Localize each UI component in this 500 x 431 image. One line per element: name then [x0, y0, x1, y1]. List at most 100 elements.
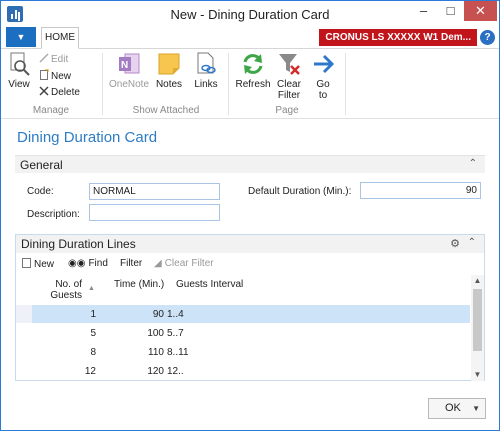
view-button[interactable]: View: [5, 51, 33, 90]
table-row[interactable]: 1 90 1..4: [16, 305, 470, 323]
time-cell[interactable]: 120: [120, 366, 164, 377]
lines-header[interactable]: Dining Duration Lines ⚙ ⌃: [16, 235, 484, 253]
maximize-button[interactable]: □: [437, 1, 464, 21]
column-header-time[interactable]: Time (Min.): [114, 279, 164, 290]
ribbon-separator: [228, 53, 229, 115]
clear-filter-icon: ◢: [154, 258, 162, 269]
collapse-icon[interactable]: ⌃: [468, 237, 476, 248]
edit-label: Edit: [51, 54, 69, 65]
links-label: Links: [194, 79, 218, 90]
guests-cell[interactable]: 12: [56, 366, 96, 377]
minimize-button[interactable]: –: [410, 1, 437, 21]
arrow-right-icon: [311, 51, 337, 77]
ribbon-tab-bar: ▼ HOME CRONUS LS XXXXX W1 Dem... ?: [1, 27, 499, 49]
default-duration-field[interactable]: 90: [360, 182, 481, 199]
lines-scrollbar[interactable]: ▲ ▼: [471, 275, 484, 381]
general-fasttab-header[interactable]: General ⌃: [15, 155, 485, 173]
refresh-button[interactable]: Refresh: [234, 51, 272, 90]
dining-duration-card-window: New - Dining Duration Card – □ ✕ ▼ HOME …: [0, 0, 500, 431]
refresh-icon: [240, 51, 266, 77]
view-label: View: [8, 79, 30, 90]
table-row[interactable]: 12 120 12..: [16, 362, 470, 380]
row-selector[interactable]: [16, 305, 32, 323]
lines-filter-button[interactable]: Filter: [120, 258, 142, 269]
description-label: Description:: [27, 209, 80, 220]
time-cell[interactable]: 100: [120, 328, 164, 339]
time-cell[interactable]: 110: [120, 347, 164, 358]
tab-home[interactable]: HOME: [41, 27, 79, 49]
lines-toolbar: New ◉◉ Find Filter ◢ Clear Filter: [16, 255, 484, 273]
lines-clear-filter-label: Clear Filter: [164, 258, 214, 269]
description-field[interactable]: [89, 204, 220, 221]
lines-new-button[interactable]: New: [22, 258, 54, 270]
guests-cell[interactable]: 8: [56, 347, 96, 358]
title-bar: New - Dining Duration Card – □ ✕: [1, 1, 499, 27]
time-cell[interactable]: 90: [120, 309, 164, 320]
scroll-down-icon[interactable]: ▼: [471, 369, 484, 381]
svg-text:N: N: [121, 60, 128, 71]
general-fasttab-title: General: [20, 158, 63, 172]
new-label: New: [51, 71, 72, 82]
interval-cell[interactable]: 12..: [167, 366, 184, 377]
lines-filter-label: Filter: [120, 258, 143, 269]
ribbon-separator: [345, 53, 346, 115]
interval-cell[interactable]: 1..4: [167, 309, 184, 320]
close-button[interactable]: ✕: [464, 1, 497, 21]
scroll-thumb[interactable]: [473, 289, 482, 351]
ribbon-separator: [102, 53, 103, 115]
interval-cell[interactable]: 8..11: [167, 347, 189, 358]
notes-icon: [156, 51, 182, 77]
lines-clear-filter-button[interactable]: ◢ Clear Filter: [154, 258, 214, 269]
onenote-label: OneNote: [109, 79, 150, 90]
clear-filter-button[interactable]: Clear Filter: [275, 51, 303, 101]
ok-label: OK: [445, 402, 461, 414]
ribbon-group-manage: View Edit New Delete Manage: [1, 49, 101, 119]
interval-cell[interactable]: 5..7: [167, 328, 184, 339]
notes-button[interactable]: Notes: [155, 51, 183, 90]
chevron-down-icon[interactable]: ▼: [472, 399, 480, 418]
ribbon-group-show-attached: N OneNote Notes Links Show Attached: [105, 49, 227, 119]
onenote-icon: N: [116, 51, 142, 77]
column-header-no-of-guests[interactable]: No. of Guests: [48, 279, 82, 301]
guests-cell[interactable]: 1: [56, 309, 96, 320]
code-field[interactable]: NORMAL: [89, 183, 220, 200]
binoculars-icon: ◉◉: [68, 258, 86, 269]
settings-gear-icon[interactable]: ⚙: [450, 237, 460, 250]
lines-title: Dining Duration Lines: [21, 237, 136, 251]
clear-filter-label: Clear Filter: [277, 79, 301, 101]
go-to-label: Go to: [316, 79, 330, 101]
new-icon: [22, 258, 31, 268]
lines-find-button[interactable]: ◉◉ Find: [68, 258, 108, 269]
default-duration-label: Default Duration (Min.):: [248, 186, 352, 197]
help-icon[interactable]: ?: [480, 30, 495, 45]
application-menu-button[interactable]: ▼: [6, 27, 36, 47]
ok-button[interactable]: OK ▼: [428, 398, 486, 419]
guests-cell[interactable]: 5: [56, 328, 96, 339]
go-to-button[interactable]: Go to: [311, 51, 335, 101]
manage-group-label: Manage: [32, 105, 70, 116]
refresh-label: Refresh: [235, 79, 271, 90]
links-icon: [193, 51, 219, 77]
scroll-up-icon[interactable]: ▲: [471, 275, 484, 287]
sort-ascending-icon: ▲: [88, 285, 95, 292]
table-row[interactable]: 5 100 5..7: [16, 324, 470, 342]
column-header-guests-interval[interactable]: Guests Interval: [176, 279, 243, 290]
lines-find-label: Find: [88, 258, 108, 269]
dining-duration-lines-part: Dining Duration Lines ⚙ ⌃ New ◉◉ Find Fil…: [15, 234, 485, 381]
links-button[interactable]: Links: [193, 51, 219, 90]
edit-icon: [39, 53, 49, 63]
collapse-icon[interactable]: ⌃: [469, 158, 477, 169]
delete-button[interactable]: Delete: [39, 86, 80, 98]
onenote-button[interactable]: N OneNote: [109, 51, 149, 90]
company-badge: CRONUS LS XXXXX W1 Dem...: [319, 29, 477, 46]
table-row[interactable]: 8 110 8..11: [16, 343, 470, 361]
new-icon: [39, 68, 49, 80]
show-attached-group-label: Show Attached: [132, 105, 200, 116]
delete-label: Delete: [51, 87, 80, 98]
delete-icon: [39, 86, 49, 96]
clear-filter-icon: [276, 51, 302, 77]
new-button[interactable]: New: [39, 68, 72, 82]
edit-button[interactable]: Edit: [39, 53, 68, 65]
code-label: Code:: [27, 186, 54, 197]
notes-label: Notes: [155, 79, 183, 90]
